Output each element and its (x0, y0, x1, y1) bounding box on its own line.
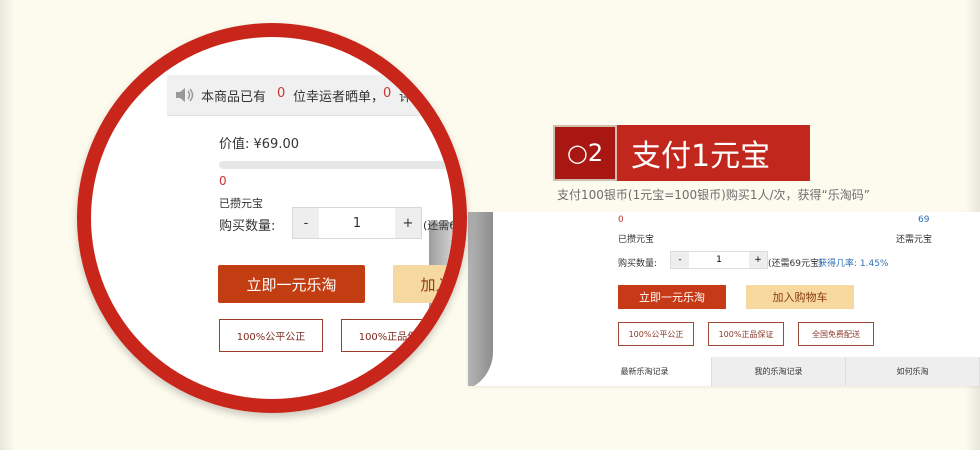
quantity-decrease-button[interactable]: - (671, 252, 689, 268)
magnified-view: 本商品已有 0 位幸运者晒单， 0 评论 价值: ¥69.00 0 已攒元宝 购… (91, 37, 453, 399)
notice-suffix: 评论 (399, 90, 426, 105)
magnified-decrease-button[interactable]: - (293, 208, 319, 238)
progress-bar (219, 161, 453, 169)
magnified-badge-fair: 100%公平公正 (219, 319, 323, 352)
step-subtitle: 支付100银币(1元宝=100银币)购买1人/次，获得“乐淘码” (557, 188, 870, 202)
notice-prefix: 本商品已有 (201, 90, 267, 105)
product-panel-screenshot: 0 已攒元宝 69 还需元宝 购买数量: - 1 + (还需69元宝) 获得几率… (468, 212, 980, 386)
magnified-badge-genuine: 100%正品保证 (341, 319, 445, 352)
magnified-cylinder (429, 222, 453, 399)
magnified-buy-now-button[interactable]: 立即一元乐淘 (218, 265, 365, 303)
step-title: ○2 支付1元宝 (553, 125, 810, 181)
quantity-stepper: - 1 + (670, 251, 768, 269)
magnified-quantity-stepper: - 1 + (292, 207, 422, 239)
notice-middle: 位幸运者晒单， (293, 90, 385, 105)
remaining-label: 还需元宝 (896, 235, 933, 245)
quantity-increase-button[interactable]: + (749, 252, 767, 268)
notice-review-count: 0 (383, 86, 392, 101)
magnified-add-to-cart-button[interactable]: 加入购 (393, 265, 453, 303)
quantity-label: 购买数量: (618, 259, 658, 269)
product-price: 价值: ¥69.00 (219, 137, 299, 152)
decorative-cylinder (468, 212, 493, 386)
notice-show-count: 0 (277, 86, 286, 101)
magnified-quantity-input[interactable]: 1 (319, 208, 395, 238)
buy-now-button[interactable]: 立即一元乐淘 (618, 285, 726, 309)
step-heading: 支付1元宝 (617, 125, 810, 181)
magnified-joined-label: 已攒元宝 (219, 197, 263, 210)
magnified-joined-count: 0 (219, 174, 227, 188)
quantity-hint: (还需69元宝) (768, 259, 823, 269)
add-to-cart-button[interactable]: 加入购物车 (746, 285, 854, 309)
magnified-quantity-label: 购买数量: (219, 219, 276, 234)
badge-fair: 100%公平公正 (618, 322, 694, 346)
tab-my-records[interactable]: 我的乐淘记录 (712, 357, 846, 386)
odds-text: 获得几率: 1.45% (818, 259, 889, 269)
remaining-count: 69 (918, 215, 930, 225)
tab-how-to[interactable]: 如何乐淘 (846, 357, 980, 386)
speaker-icon (176, 88, 194, 102)
review-notice-bar: 本商品已有 0 位幸运者晒单， 0 评论 (167, 75, 453, 116)
magnified-quantity-hint: (还需69元宝 (423, 219, 453, 232)
tab-latest-records[interactable]: 最新乐淘记录 (578, 357, 712, 386)
badge-genuine: 100%正品保证 (708, 322, 784, 346)
badge-free-shipping: 全国免费配送 (798, 322, 874, 346)
product-purchase-box: 0 已攒元宝 69 还需元宝 购买数量: - 1 + (还需69元宝) 获得几率… (578, 212, 980, 386)
left-page-edge (0, 0, 15, 450)
magnified-increase-button[interactable]: + (395, 208, 421, 238)
record-tabs: 最新乐淘记录 我的乐淘记录 如何乐淘 (578, 357, 980, 386)
quantity-input[interactable]: 1 (689, 252, 749, 268)
joined-count: 0 (618, 215, 624, 225)
step-number: ○2 (553, 125, 617, 181)
magnifier-lens: 本商品已有 0 位幸运者晒单， 0 评论 价值: ¥69.00 0 已攒元宝 购… (77, 23, 467, 413)
joined-label: 已攒元宝 (618, 235, 655, 245)
